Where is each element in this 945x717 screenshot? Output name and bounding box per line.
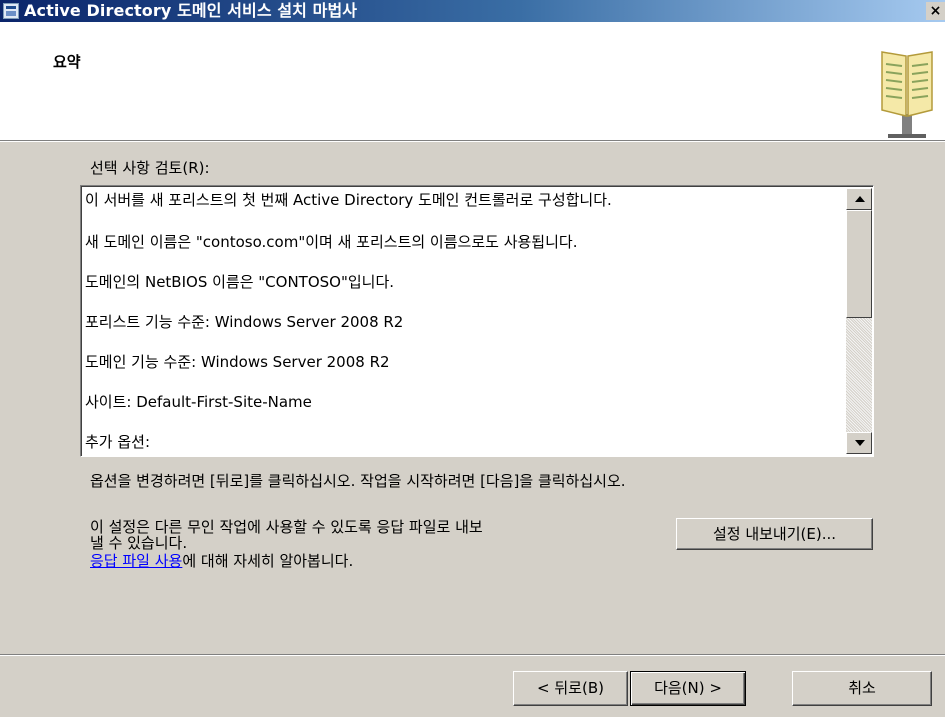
review-label: 선택 사항 검토(R):: [90, 159, 210, 177]
close-button[interactable]: ×: [926, 2, 945, 20]
export-settings-button[interactable]: 설정 내보내기(E)...: [676, 518, 873, 550]
app-icon: [3, 3, 19, 19]
back-button[interactable]: < 뒤로(B): [513, 671, 628, 706]
instructions-text: 옵션을 변경하려면 [뒤로]를 클릭하십시오. 작업을 시작하려면 [다음]을 …: [90, 472, 626, 490]
list-item: 사이트: Default-First-Site-Name: [85, 393, 312, 411]
scroll-down-button[interactable]: [846, 432, 872, 454]
help-text-suffix: 에 대해 자세히 알아봅니다.: [182, 552, 354, 570]
arrow-up-icon: [855, 196, 865, 202]
help-text: 응답 파일 사용에 대해 자세히 알아봅니다.: [90, 552, 353, 570]
wizard-header: 요약: [0, 22, 945, 142]
list-item: 추가 옵션:: [85, 433, 151, 451]
scroll-up-button[interactable]: [846, 188, 872, 210]
export-description-line2: 낼 수 있습니다.: [90, 534, 188, 552]
page-title: 요약: [53, 53, 81, 71]
title-bar: Active Directory 도메인 서비스 설치 마법사 ×: [0, 0, 945, 22]
cancel-button[interactable]: 취소: [792, 671, 932, 706]
book-icon: [881, 51, 933, 138]
vertical-scrollbar[interactable]: [846, 188, 872, 454]
scroll-thumb[interactable]: [846, 210, 872, 318]
next-button[interactable]: 다음(N) >: [630, 671, 746, 706]
list-item: 이 서버를 새 포리스트의 첫 번째 Active Directory 도메인 …: [85, 191, 612, 209]
list-item: 도메인의 NetBIOS 이름은 "CONTOSO"입니다.: [85, 273, 395, 291]
window-title: Active Directory 도메인 서비스 설치 마법사: [24, 1, 358, 20]
review-list[interactable]: 이 서버를 새 포리스트의 첫 번째 Active Directory 도메인 …: [80, 185, 874, 457]
review-list-content: 이 서버를 새 포리스트의 첫 번째 Active Directory 도메인 …: [81, 186, 845, 456]
list-item: 새 도메인 이름은 "contoso.com"이며 새 포리스트의 이름으로도 …: [85, 233, 578, 251]
list-item: 도메인 기능 수준: Windows Server 2008 R2: [85, 353, 390, 371]
arrow-down-icon: [855, 440, 865, 446]
answer-file-help-link[interactable]: 응답 파일 사용: [90, 552, 182, 570]
footer-divider: [0, 654, 945, 656]
list-item: 포리스트 기능 수준: Windows Server 2008 R2: [85, 313, 404, 331]
